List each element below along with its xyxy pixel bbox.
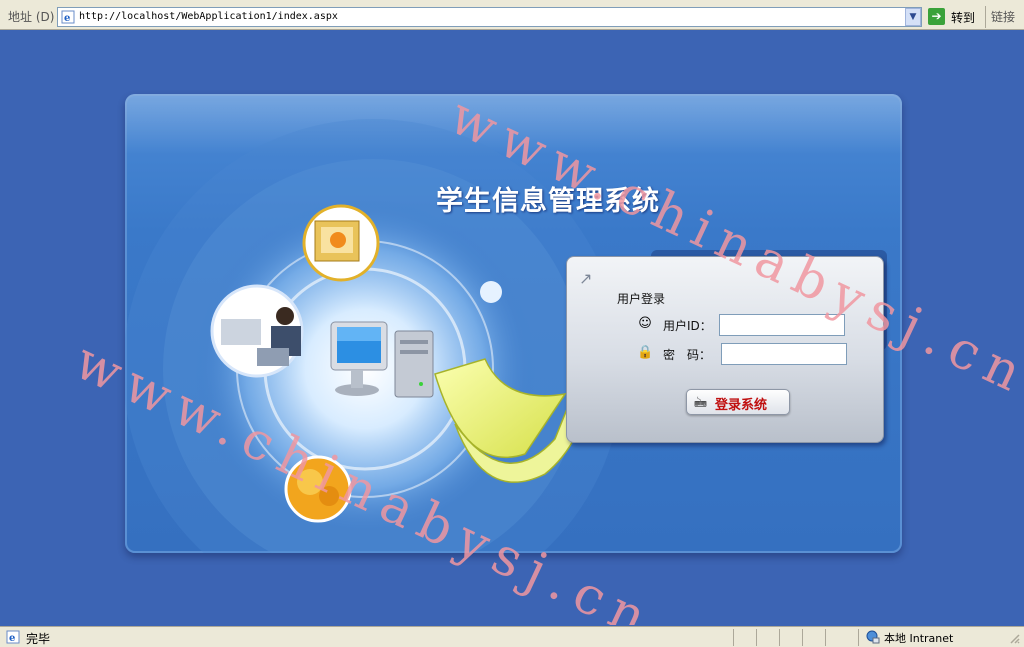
address-input[interactable]: e http://localhost/WebApplication1/index…	[57, 7, 922, 27]
status-text: 完毕	[26, 632, 51, 646]
user-face-icon: ☺	[638, 316, 652, 331]
corner-arrow-icon: ↗	[579, 269, 593, 288]
address-url: http://localhost/WebApplication1/index.a…	[79, 11, 338, 22]
svg-text:e: e	[64, 13, 70, 24]
businessman-bubble-icon	[210, 284, 304, 378]
computer-bubble-icon	[302, 204, 380, 282]
status-divider	[802, 629, 803, 646]
svg-text:e: e	[9, 633, 15, 644]
lock-icon: 🔒	[637, 345, 654, 360]
page-loaded-icon: e	[6, 630, 20, 644]
chevron-down-icon: ▼	[909, 12, 917, 22]
status-divider	[779, 629, 780, 646]
password-row: 🔒 密 码：	[637, 343, 857, 365]
user-id-label: 用户ID：	[663, 319, 712, 333]
status-bar: e 完毕 本地 Intranet	[0, 626, 1024, 647]
links-button[interactable]: 链接	[991, 8, 1015, 25]
status-divider	[825, 629, 826, 646]
address-dropdown-button[interactable]: ▼	[905, 8, 921, 26]
status-divider	[756, 629, 757, 646]
toolbar-separator	[985, 6, 986, 28]
login-submit-label: 登录系统	[715, 398, 768, 413]
intranet-zone-icon	[866, 630, 880, 644]
status-divider	[733, 629, 734, 646]
go-button[interactable]: ➔ 转到	[928, 7, 980, 27]
resize-grip-icon[interactable]	[1008, 632, 1020, 644]
address-label: 地址 (D)	[8, 10, 55, 24]
ie-page-icon: e	[61, 10, 75, 24]
login-submit-button[interactable]: 🖮 登录系统	[686, 389, 790, 415]
zone-text: 本地 Intranet	[884, 632, 954, 645]
status-divider	[858, 629, 859, 646]
login-heading: 用户登录	[617, 292, 666, 306]
go-arrow-icon: ➔	[928, 8, 945, 25]
page-viewport: 学生信息管理系统 ↗ 用户登录 ☺ 用户ID： 🔒 密 码： 🖮 登录系统 ww…	[4, 31, 1020, 625]
password-input[interactable]	[721, 343, 847, 365]
password-label: 密 码：	[663, 348, 712, 362]
go-label: 转到	[951, 11, 976, 25]
key-icon: 🖮	[694, 396, 708, 411]
address-bar: 地址 (D) e http://localhost/WebApplication…	[0, 0, 1024, 30]
